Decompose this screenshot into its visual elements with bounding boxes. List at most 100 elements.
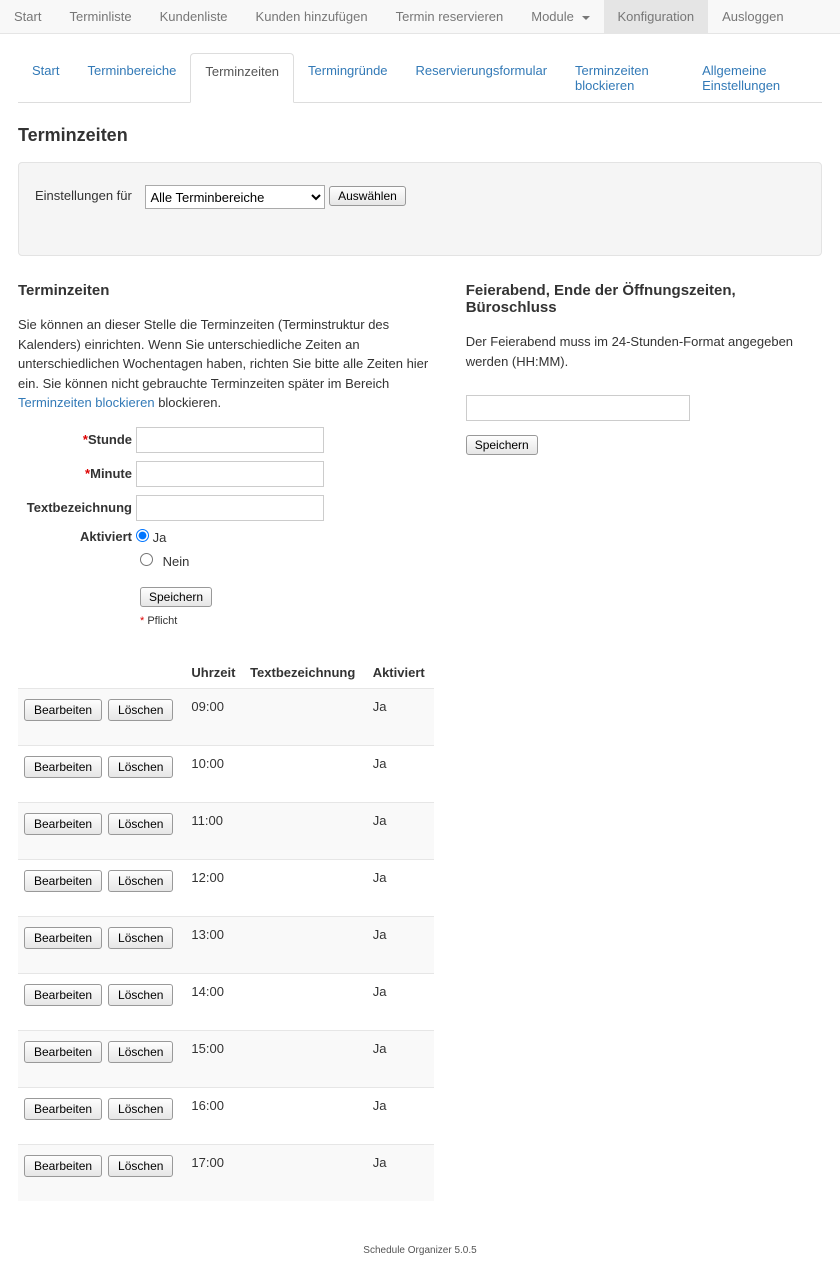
area-select[interactable]: Alle Terminbereiche: [145, 185, 325, 209]
textbezeichnung-input[interactable]: [136, 495, 324, 521]
edit-button[interactable]: Bearbeiten: [24, 870, 102, 892]
cell-aktiviert: Ja: [367, 859, 434, 916]
cell-aktiviert: Ja: [367, 973, 434, 1030]
subnav-item-terminzeiten[interactable]: Terminzeiten: [190, 53, 294, 103]
minute-input[interactable]: [136, 461, 324, 487]
cell-uhrzeit: 15:00: [185, 1030, 244, 1087]
cell-uhrzeit: 16:00: [185, 1087, 244, 1144]
stunde-label: Stunde: [88, 432, 132, 447]
edit-button[interactable]: Bearbeiten: [24, 813, 102, 835]
times-table: Uhrzeit Textbezeichnung Aktiviert Bearbe…: [18, 657, 434, 1201]
topnav-item-module[interactable]: Module: [517, 0, 603, 33]
topnav-item-kundenliste[interactable]: Kundenliste: [146, 0, 242, 33]
cell-text: [244, 745, 367, 802]
delete-button[interactable]: Löschen: [108, 984, 173, 1006]
delete-button[interactable]: Löschen: [108, 813, 173, 835]
delete-button[interactable]: Löschen: [108, 927, 173, 949]
col-text: Textbezeichnung: [244, 657, 367, 689]
cell-text: [244, 1087, 367, 1144]
table-row: Bearbeiten Löschen 14:00 Ja: [18, 973, 434, 1030]
edit-button[interactable]: Bearbeiten: [24, 1041, 102, 1063]
cell-aktiviert: Ja: [367, 1144, 434, 1201]
left-section-title: Terminzeiten: [18, 282, 434, 299]
delete-button[interactable]: Löschen: [108, 1041, 173, 1063]
aktiviert-ja-option[interactable]: Ja: [136, 529, 166, 545]
table-row: Bearbeiten Löschen 15:00 Ja: [18, 1030, 434, 1087]
table-row: Bearbeiten Löschen 17:00 Ja: [18, 1144, 434, 1201]
delete-button[interactable]: Löschen: [108, 1098, 173, 1120]
settings-box: Einstellungen für Alle Terminbereiche Au…: [18, 162, 822, 256]
required-note: * Pflicht: [140, 615, 434, 627]
delete-button[interactable]: Löschen: [108, 699, 173, 721]
cell-aktiviert: Ja: [367, 1087, 434, 1144]
delete-button[interactable]: Löschen: [108, 870, 173, 892]
right-description: Der Feierabend muss im 24-Stunden-Format…: [466, 332, 822, 371]
topnav-item-terminliste[interactable]: Terminliste: [55, 0, 145, 33]
page-title: Terminzeiten: [18, 125, 822, 146]
cell-text: [244, 688, 367, 745]
minute-label: Minute: [90, 466, 132, 481]
subnav-item-terminbereiche[interactable]: Terminbereiche: [73, 53, 190, 103]
table-row: Bearbeiten Löschen 12:00 Ja: [18, 859, 434, 916]
cell-aktiviert: Ja: [367, 745, 434, 802]
edit-button[interactable]: Bearbeiten: [24, 984, 102, 1006]
subnav-item-terminzeiten-blockieren[interactable]: Terminzeiten blockieren: [561, 53, 688, 103]
block-times-link[interactable]: Terminzeiten blockieren: [18, 395, 155, 410]
cell-text: [244, 1030, 367, 1087]
cell-uhrzeit: 09:00: [185, 688, 244, 745]
table-row: Bearbeiten Löschen 11:00 Ja: [18, 802, 434, 859]
text-label: Textbezeichnung: [27, 500, 132, 515]
edit-button[interactable]: Bearbeiten: [24, 699, 102, 721]
cell-aktiviert: Ja: [367, 1030, 434, 1087]
cell-aktiviert: Ja: [367, 688, 434, 745]
settings-for-label: Einstellungen für: [35, 188, 132, 203]
right-section-title: Feierabend, Ende der Öffnungszeiten, Bür…: [466, 282, 822, 316]
subnav-item-termingründe[interactable]: Termingründe: [294, 53, 402, 103]
cell-uhrzeit: 13:00: [185, 916, 244, 973]
save-time-button[interactable]: Speichern: [140, 587, 212, 607]
chevron-down-icon: [582, 16, 590, 20]
edit-button[interactable]: Bearbeiten: [24, 1098, 102, 1120]
edit-button[interactable]: Bearbeiten: [24, 756, 102, 778]
select-button[interactable]: Auswählen: [329, 186, 406, 206]
cell-aktiviert: Ja: [367, 916, 434, 973]
subnav-item-reservierungsformular[interactable]: Reservierungsformular: [402, 53, 562, 103]
topnav-item-start[interactable]: Start: [0, 0, 55, 33]
cell-uhrzeit: 10:00: [185, 745, 244, 802]
cell-aktiviert: Ja: [367, 802, 434, 859]
sub-nav: StartTerminbereicheTerminzeitenTermingrü…: [18, 52, 822, 103]
table-row: Bearbeiten Löschen 13:00 Ja: [18, 916, 434, 973]
table-row: Bearbeiten Löschen 09:00 Ja: [18, 688, 434, 745]
edit-button[interactable]: Bearbeiten: [24, 927, 102, 949]
cell-text: [244, 859, 367, 916]
topnav-item-termin-reservieren[interactable]: Termin reservieren: [382, 0, 518, 33]
aktiviert-nein-option[interactable]: Nein: [140, 554, 189, 569]
delete-button[interactable]: Löschen: [108, 1155, 173, 1177]
cell-text: [244, 973, 367, 1030]
edit-button[interactable]: Bearbeiten: [24, 1155, 102, 1177]
aktiviert-label: Aktiviert: [80, 529, 132, 544]
subnav-item-allgemeine-einstellungen[interactable]: Allgemeine Einstellungen: [688, 53, 822, 103]
col-uhrzeit: Uhrzeit: [185, 657, 244, 689]
cell-text: [244, 1144, 367, 1201]
end-of-day-input[interactable]: [466, 395, 690, 421]
table-row: Bearbeiten Löschen 16:00 Ja: [18, 1087, 434, 1144]
topnav-item-kunden-hinzufügen[interactable]: Kunden hinzufügen: [242, 0, 382, 33]
cell-uhrzeit: 12:00: [185, 859, 244, 916]
delete-button[interactable]: Löschen: [108, 756, 173, 778]
subnav-item-start[interactable]: Start: [18, 53, 73, 103]
stunde-input[interactable]: [136, 427, 324, 453]
cell-uhrzeit: 14:00: [185, 973, 244, 1030]
left-description: Sie können an dieser Stelle die Terminze…: [18, 315, 434, 413]
save-eod-button[interactable]: Speichern: [466, 435, 538, 455]
topnav-item-ausloggen[interactable]: Ausloggen: [708, 0, 797, 33]
col-aktiviert: Aktiviert: [367, 657, 434, 689]
table-row: Bearbeiten Löschen 10:00 Ja: [18, 745, 434, 802]
cell-text: [244, 916, 367, 973]
topnav-item-konfiguration[interactable]: Konfiguration: [604, 0, 709, 33]
cell-uhrzeit: 11:00: [185, 802, 244, 859]
cell-uhrzeit: 17:00: [185, 1144, 244, 1201]
footer-text: Schedule Organizer 5.0.5: [0, 1245, 840, 1270]
cell-text: [244, 802, 367, 859]
top-nav: StartTerminlisteKundenlisteKunden hinzuf…: [0, 0, 840, 34]
